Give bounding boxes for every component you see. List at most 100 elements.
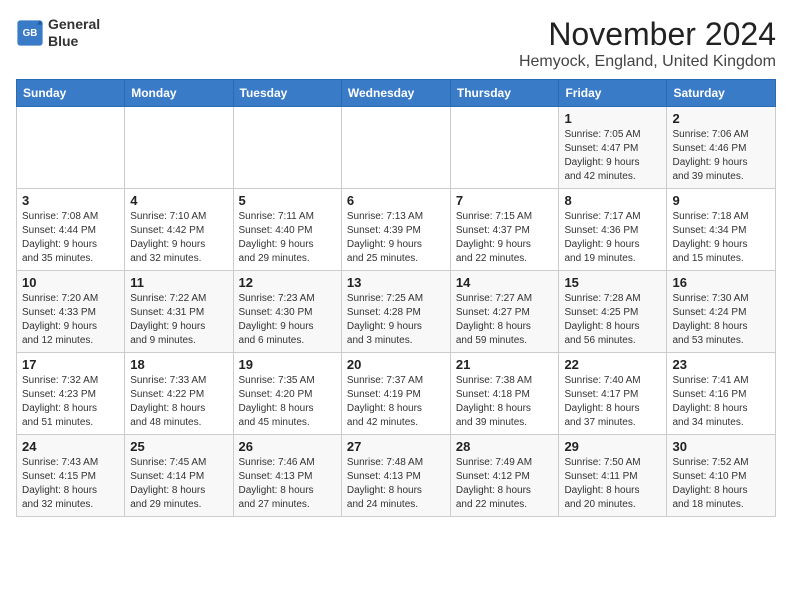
day-number: 18 bbox=[130, 357, 227, 372]
day-number: 29 bbox=[564, 439, 661, 454]
calendar-cell: 13Sunrise: 7:25 AM Sunset: 4:28 PM Dayli… bbox=[341, 271, 450, 353]
day-number: 2 bbox=[672, 111, 770, 126]
day-info: Sunrise: 7:18 AM Sunset: 4:34 PM Dayligh… bbox=[672, 210, 770, 266]
calendar-week-3: 10 Sunrise: 7:20 AM Sunset: 4:33 PM Dayli… bbox=[17, 271, 776, 353]
location-title: Hemyock, England, United Kingdom bbox=[519, 53, 776, 71]
calendar-cell bbox=[17, 107, 125, 189]
day-number: 23 bbox=[672, 357, 770, 372]
header-saturday: Saturday bbox=[667, 80, 776, 107]
calendar-cell: 12 Sunrise: 7:23 AM Sunset: 4:30 PM Dayli… bbox=[233, 271, 341, 353]
calendar-cell: 7 Sunrise: 7:15 AM Sunset: 4:37 PM Daylig… bbox=[450, 189, 559, 271]
calendar-week-5: 24Sunrise: 7:43 AM Sunset: 4:15 PM Dayli… bbox=[17, 435, 776, 517]
svg-text:GB: GB bbox=[23, 28, 38, 39]
calendar-cell: 11 Sunrise: 7:22 AM Sunset: 4:31 PM Dayli… bbox=[125, 271, 233, 353]
day-number: 26 bbox=[239, 439, 336, 454]
day-number: 12 bbox=[239, 275, 336, 290]
day-number: 11 bbox=[130, 275, 227, 290]
calendar-cell: 22 Sunrise: 7:40 AM Sunset: 4:17 PM Dayli… bbox=[559, 353, 667, 435]
day-info: Sunrise: 7:11 AM Sunset: 4:40 PM Dayligh… bbox=[239, 210, 336, 266]
calendar-cell: 8 Sunrise: 7:17 AM Sunset: 4:36 PM Daylig… bbox=[559, 189, 667, 271]
calendar-cell: 6 Sunrise: 7:13 AM Sunset: 4:39 PM Daylig… bbox=[341, 189, 450, 271]
day-number: 25 bbox=[130, 439, 227, 454]
day-info: Sunrise: 7:48 AM Sunset: 4:13 PM Dayligh… bbox=[347, 456, 445, 512]
calendar-cell bbox=[341, 107, 450, 189]
calendar-cell: 4Sunrise: 7:10 AM Sunset: 4:42 PM Daylig… bbox=[125, 189, 233, 271]
calendar-cell: 16 Sunrise: 7:30 AM Sunset: 4:24 PM Dayli… bbox=[667, 271, 776, 353]
calendar-cell: 9 Sunrise: 7:18 AM Sunset: 4:34 PM Daylig… bbox=[667, 189, 776, 271]
calendar-week-4: 17 Sunrise: 7:32 AM Sunset: 4:23 PM Dayli… bbox=[17, 353, 776, 435]
calendar-week-1: 1 Sunrise: 7:05 AM Sunset: 4:47 PM Daylig… bbox=[17, 107, 776, 189]
page-header: GB General Blue November 2024 Hemyock, E… bbox=[16, 16, 776, 71]
calendar-cell: 18 Sunrise: 7:33 AM Sunset: 4:22 PM Dayli… bbox=[125, 353, 233, 435]
day-number: 20 bbox=[347, 357, 445, 372]
day-number: 21 bbox=[456, 357, 554, 372]
day-number: 8 bbox=[564, 193, 661, 208]
day-info: Sunrise: 7:05 AM Sunset: 4:47 PM Dayligh… bbox=[564, 128, 661, 184]
day-info: Sunrise: 7:37 AM Sunset: 4:19 PM Dayligh… bbox=[347, 374, 445, 430]
day-info: Sunrise: 7:20 AM Sunset: 4:33 PM Dayligh… bbox=[22, 292, 119, 348]
calendar-cell: 2 Sunrise: 7:06 AM Sunset: 4:46 PM Daylig… bbox=[667, 107, 776, 189]
header-friday: Friday bbox=[559, 80, 667, 107]
day-info: Sunrise: 7:32 AM Sunset: 4:23 PM Dayligh… bbox=[22, 374, 119, 430]
calendar-header-row: SundayMondayTuesdayWednesdayThursdayFrid… bbox=[17, 80, 776, 107]
day-info: Sunrise: 7:13 AM Sunset: 4:39 PM Dayligh… bbox=[347, 210, 445, 266]
calendar-cell: 10 Sunrise: 7:20 AM Sunset: 4:33 PM Dayli… bbox=[17, 271, 125, 353]
calendar-cell: 26Sunrise: 7:46 AM Sunset: 4:13 PM Dayli… bbox=[233, 435, 341, 517]
calendar-cell: 5 Sunrise: 7:11 AM Sunset: 4:40 PM Daylig… bbox=[233, 189, 341, 271]
header-thursday: Thursday bbox=[450, 80, 559, 107]
day-number: 19 bbox=[239, 357, 336, 372]
day-number: 22 bbox=[564, 357, 661, 372]
day-info: Sunrise: 7:41 AM Sunset: 4:16 PM Dayligh… bbox=[672, 374, 770, 430]
header-monday: Monday bbox=[125, 80, 233, 107]
calendar-cell bbox=[450, 107, 559, 189]
title-area: November 2024 Hemyock, England, United K… bbox=[519, 16, 776, 71]
day-number: 14 bbox=[456, 275, 554, 290]
calendar-cell: 3 Sunrise: 7:08 AM Sunset: 4:44 PM Daylig… bbox=[17, 189, 125, 271]
day-number: 30 bbox=[672, 439, 770, 454]
day-number: 6 bbox=[347, 193, 445, 208]
day-info: Sunrise: 7:28 AM Sunset: 4:25 PM Dayligh… bbox=[564, 292, 661, 348]
day-info: Sunrise: 7:25 AM Sunset: 4:28 PM Dayligh… bbox=[347, 292, 445, 348]
day-info: Sunrise: 7:30 AM Sunset: 4:24 PM Dayligh… bbox=[672, 292, 770, 348]
day-number: 9 bbox=[672, 193, 770, 208]
header-sunday: Sunday bbox=[17, 80, 125, 107]
day-number: 16 bbox=[672, 275, 770, 290]
logo-icon: GB bbox=[16, 19, 44, 47]
day-info: Sunrise: 7:15 AM Sunset: 4:37 PM Dayligh… bbox=[456, 210, 554, 266]
day-info: Sunrise: 7:49 AM Sunset: 4:12 PM Dayligh… bbox=[456, 456, 554, 512]
day-info: Sunrise: 7:40 AM Sunset: 4:17 PM Dayligh… bbox=[564, 374, 661, 430]
day-number: 10 bbox=[22, 275, 119, 290]
calendar-cell: 20 Sunrise: 7:37 AM Sunset: 4:19 PM Dayli… bbox=[341, 353, 450, 435]
day-info: Sunrise: 7:35 AM Sunset: 4:20 PM Dayligh… bbox=[239, 374, 336, 430]
day-info: Sunrise: 7:22 AM Sunset: 4:31 PM Dayligh… bbox=[130, 292, 227, 348]
calendar-cell: 30Sunrise: 7:52 AM Sunset: 4:10 PM Dayli… bbox=[667, 435, 776, 517]
logo: GB General Blue bbox=[16, 16, 100, 50]
calendar-cell: 27 Sunrise: 7:48 AM Sunset: 4:13 PM Dayli… bbox=[341, 435, 450, 517]
day-info: Sunrise: 7:23 AM Sunset: 4:30 PM Dayligh… bbox=[239, 292, 336, 348]
day-number: 15 bbox=[564, 275, 661, 290]
calendar-cell: 21Sunrise: 7:38 AM Sunset: 4:18 PM Dayli… bbox=[450, 353, 559, 435]
day-info: Sunrise: 7:08 AM Sunset: 4:44 PM Dayligh… bbox=[22, 210, 119, 266]
logo-text: General Blue bbox=[48, 16, 100, 50]
day-info: Sunrise: 7:06 AM Sunset: 4:46 PM Dayligh… bbox=[672, 128, 770, 184]
day-number: 28 bbox=[456, 439, 554, 454]
day-info: Sunrise: 7:33 AM Sunset: 4:22 PM Dayligh… bbox=[130, 374, 227, 430]
day-info: Sunrise: 7:27 AM Sunset: 4:27 PM Dayligh… bbox=[456, 292, 554, 348]
day-info: Sunrise: 7:45 AM Sunset: 4:14 PM Dayligh… bbox=[130, 456, 227, 512]
calendar-table: SundayMondayTuesdayWednesdayThursdayFrid… bbox=[16, 79, 776, 517]
calendar-cell: 24Sunrise: 7:43 AM Sunset: 4:15 PM Dayli… bbox=[17, 435, 125, 517]
day-number: 5 bbox=[239, 193, 336, 208]
day-number: 1 bbox=[564, 111, 661, 126]
day-number: 7 bbox=[456, 193, 554, 208]
day-number: 17 bbox=[22, 357, 119, 372]
calendar-cell: 29Sunrise: 7:50 AM Sunset: 4:11 PM Dayli… bbox=[559, 435, 667, 517]
day-info: Sunrise: 7:17 AM Sunset: 4:36 PM Dayligh… bbox=[564, 210, 661, 266]
calendar-week-2: 3 Sunrise: 7:08 AM Sunset: 4:44 PM Daylig… bbox=[17, 189, 776, 271]
calendar-cell: 28 Sunrise: 7:49 AM Sunset: 4:12 PM Dayli… bbox=[450, 435, 559, 517]
day-number: 3 bbox=[22, 193, 119, 208]
header-wednesday: Wednesday bbox=[341, 80, 450, 107]
day-info: Sunrise: 7:10 AM Sunset: 4:42 PM Dayligh… bbox=[130, 210, 227, 266]
calendar-cell bbox=[125, 107, 233, 189]
day-number: 27 bbox=[347, 439, 445, 454]
calendar-cell: 14 Sunrise: 7:27 AM Sunset: 4:27 PM Dayli… bbox=[450, 271, 559, 353]
